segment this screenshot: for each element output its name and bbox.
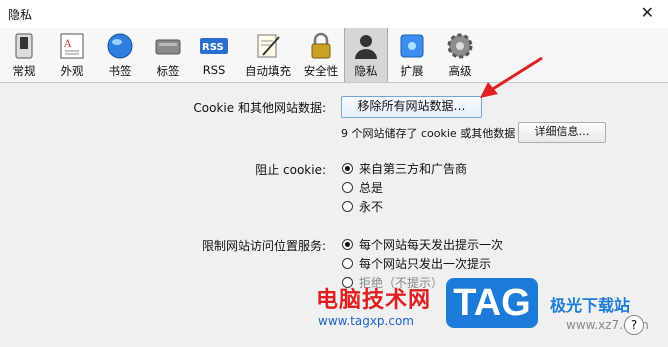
block-cookies-option-third-party[interactable]: 来自第三方和广告商 (342, 160, 467, 177)
tab-label: RSS (202, 63, 226, 77)
lock-icon (311, 32, 331, 59)
gear-icon (447, 33, 473, 59)
radio-label: 总是 (359, 181, 384, 195)
radio-label: 永不 (359, 200, 384, 214)
block-cookies-option-always[interactable]: 总是 (342, 179, 383, 196)
help-button[interactable]: ? (624, 315, 644, 335)
watermark-tag-logo: TAG (446, 278, 538, 328)
tabs-icon (155, 39, 181, 55)
radio-button[interactable] (342, 201, 353, 212)
location-option-once-only[interactable]: 每个网站只发出一次提示 (342, 255, 491, 272)
preferences-toolbar: 常规 A 外观 书签 标签 RSS RSS 自动填充 安全性 隐私 扩展 高级 (0, 28, 668, 83)
radio-button[interactable] (342, 239, 353, 250)
appearance-icon: A (60, 33, 84, 59)
watermark-site-url: www.tagxp.com (318, 314, 414, 328)
tab-label: 高级 (448, 64, 472, 78)
close-icon[interactable]: ✕ (641, 3, 654, 22)
location-option-once-per-day[interactable]: 每个网站每天发出提示一次 (342, 236, 503, 253)
annotation-arrow-icon (480, 56, 543, 98)
user-silhouette-icon (355, 35, 377, 59)
tab-tabs[interactable]: 标签 (148, 31, 188, 79)
radio-button[interactable] (342, 182, 353, 193)
title-bar: 隐私 ✕ (0, 0, 668, 29)
watermark-site-name: 电脑技术网 (316, 288, 432, 313)
remove-all-website-data-button[interactable]: 移除所有网站数据… (341, 96, 482, 118)
cookies-label: Cookie 和其他网站数据: (193, 101, 326, 115)
details-button[interactable]: 详细信息… (518, 122, 606, 143)
window-title: 隐私 (8, 8, 33, 22)
tab-security[interactable]: 安全性 (300, 31, 342, 79)
tab-appearance[interactable]: A 外观 (52, 31, 92, 79)
location-services-label: 限制网站访问位置服务: (201, 239, 326, 253)
tab-autofill[interactable]: 自动填充 (240, 31, 296, 79)
svg-text:A: A (63, 39, 72, 50)
globe-icon (107, 33, 133, 59)
tab-label: 隐私 (354, 64, 378, 78)
tab-label: 外观 (60, 64, 84, 78)
tab-extensions[interactable]: 扩展 (392, 31, 432, 79)
block-cookies-option-never[interactable]: 永不 (342, 198, 383, 215)
radio-label: 来自第三方和广告商 (359, 162, 468, 176)
switch-icon (15, 33, 33, 59)
cookie-summary-text: 9 个网站储存了 cookie 或其他数据 (341, 127, 516, 140)
radio-button[interactable] (342, 163, 353, 174)
tab-privacy[interactable]: 隐私 (344, 28, 388, 82)
rss-icon: RSS (200, 38, 228, 54)
tab-label: 扩展 (400, 64, 424, 78)
tab-label: 自动填充 (245, 64, 291, 78)
tab-general[interactable]: 常规 (6, 31, 42, 79)
svg-text:RSS: RSS (202, 42, 224, 53)
autofill-icon (257, 34, 280, 58)
radio-label: 每个网站只发出一次提示 (359, 257, 492, 271)
tab-bookmarks[interactable]: 书签 (100, 31, 140, 79)
block-cookies-label: 阻止 cookie: (255, 163, 326, 177)
tab-label: 标签 (156, 64, 180, 78)
tab-label: 书签 (108, 64, 132, 78)
radio-button[interactable] (342, 258, 353, 269)
watermark-brand: 极光下载站 (550, 296, 631, 315)
tab-label: 安全性 (303, 64, 339, 78)
tab-advanced[interactable]: 高级 (440, 31, 480, 79)
radio-label: 每个网站每天发出提示一次 (359, 238, 504, 252)
tab-label: 常规 (12, 64, 36, 78)
puzzle-icon (400, 34, 424, 58)
tab-rss[interactable]: RSS RSS (194, 31, 234, 79)
